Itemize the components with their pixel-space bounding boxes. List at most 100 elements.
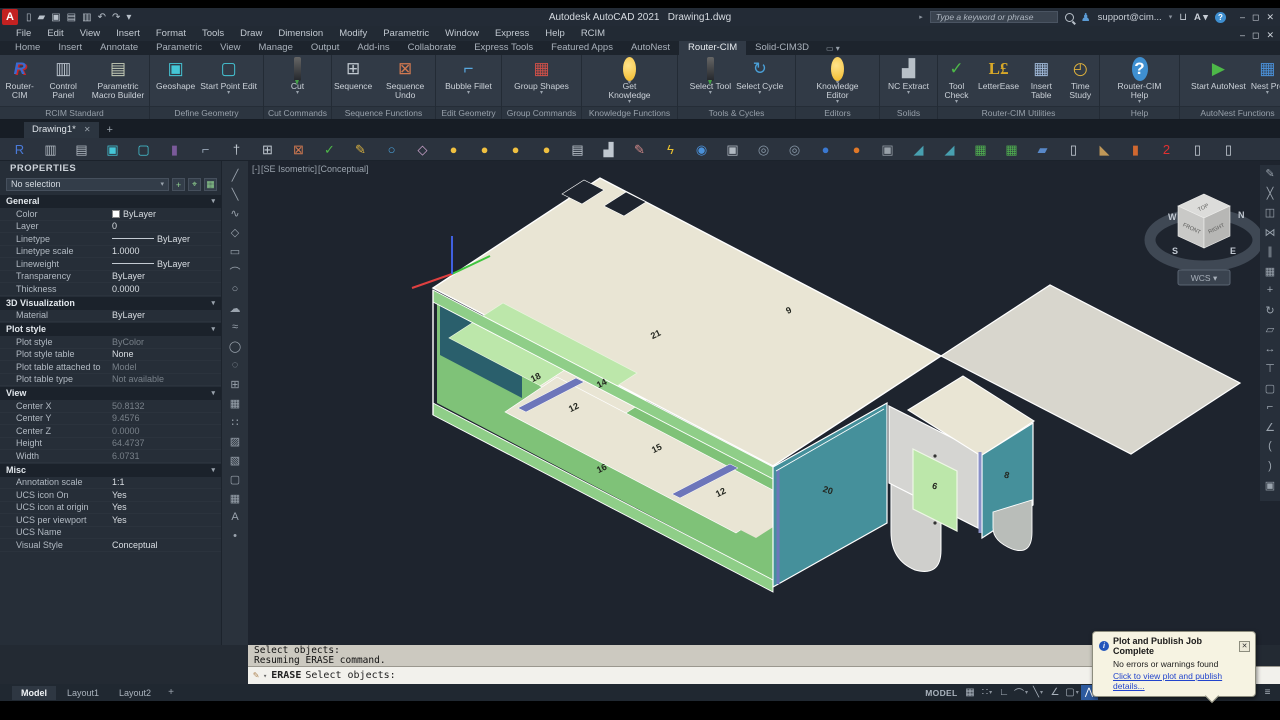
dropdown-caret-icon[interactable]: ▾ xyxy=(989,689,992,696)
ortho-mode-icon[interactable]: ∟ xyxy=(996,685,1013,700)
select-cycle-button[interactable]: ↻Select Cycle▾ xyxy=(734,57,785,96)
spline-icon[interactable]: ≈ xyxy=(232,321,238,340)
tab-view[interactable]: View xyxy=(211,41,249,55)
property-row[interactable]: Linetype scale1.0000 xyxy=(0,246,221,259)
property-row[interactable]: Width6.0731 xyxy=(0,450,221,463)
acrobat-icon[interactable]: 2 xyxy=(1151,143,1182,156)
autodesk-a-icon[interactable]: A ▾ xyxy=(1194,12,1208,23)
property-value[interactable]: Yes xyxy=(112,515,127,525)
menu-edit[interactable]: Edit xyxy=(39,28,71,39)
property-value[interactable]: 64.4737 xyxy=(112,438,145,448)
property-row[interactable]: LinetypeByLayer xyxy=(0,233,221,246)
dropdown-caret-icon[interactable]: ▾ xyxy=(296,91,299,96)
autocad-logo-icon[interactable]: A xyxy=(2,9,18,25)
property-value[interactable]: 1.0000 xyxy=(112,246,140,256)
offset-icon[interactable]: ∥ xyxy=(1267,245,1273,265)
geoshape-icon[interactable]: ▣ xyxy=(97,143,128,156)
cycle-dark-icon-2[interactable]: ◎ xyxy=(779,143,810,156)
chamfer-icon[interactable]: ∠ xyxy=(1265,421,1275,441)
mirror-icon[interactable]: ⋈ xyxy=(1265,226,1276,246)
dropdown-caret-icon[interactable]: ▾ xyxy=(758,91,761,96)
letterease-button[interactable]: L£LetterEase xyxy=(976,57,1021,91)
property-row[interactable]: Plot table attached toModel xyxy=(0,361,221,374)
mtext-icon[interactable]: A xyxy=(231,511,238,530)
lock-icon[interactable]: ▣ xyxy=(872,143,903,156)
property-value[interactable]: 9.4576 xyxy=(112,413,140,423)
property-value[interactable]: ByLayer xyxy=(123,209,156,219)
tool-check-button[interactable]: ✓Tool Check▾ xyxy=(938,57,975,105)
trim-icon[interactable]: ⊤ xyxy=(1265,362,1275,382)
array-icon[interactable]: ▦ xyxy=(1265,265,1275,285)
property-row[interactable]: Center X50.8132 xyxy=(0,400,221,413)
dropdown-caret-icon[interactable]: ▾ xyxy=(1040,689,1043,696)
section-header-3d-visualization[interactable]: 3D Visualization▾ xyxy=(0,297,221,310)
menu-express[interactable]: Express xyxy=(487,28,537,39)
doc-icon-1[interactable]: ▯ xyxy=(1058,143,1089,156)
select-tool-icon[interactable]: † xyxy=(221,143,252,156)
menu-modify[interactable]: Modify xyxy=(331,28,375,39)
select-tool-button[interactable]: Select Tool▾ xyxy=(688,57,733,96)
polyline-icon[interactable]: ∿ xyxy=(230,207,239,226)
dropdown-caret-icon[interactable]: ▾ xyxy=(1076,689,1079,696)
tab-annotate[interactable]: Annotate xyxy=(91,41,147,55)
dropdown-caret-icon[interactable]: ▾ xyxy=(1266,91,1269,96)
section-header-general[interactable]: General▾ xyxy=(0,195,221,208)
view-control[interactable]: [SE Isometric] xyxy=(261,164,317,174)
isodraft-icon[interactable]: ╲▾ xyxy=(1030,685,1047,700)
menu-window[interactable]: Window xyxy=(437,28,487,39)
sequence-undo-button[interactable]: ⊠Sequence Undo xyxy=(375,57,435,100)
help-globe-icon[interactable]: ◉ xyxy=(686,143,717,156)
nest-grid-icon-1[interactable]: ▦ xyxy=(965,143,996,156)
layout-tab-layout1[interactable]: Layout1 xyxy=(58,686,108,700)
property-value[interactable]: Yes xyxy=(112,490,127,500)
start-point-edit-button[interactable]: ▢Start Point Edit▾ xyxy=(198,57,259,96)
erase-icon[interactable]: ╳ xyxy=(1267,187,1274,207)
property-row[interactable]: ColorByLayer xyxy=(0,208,221,221)
dropdown-caret-icon[interactable]: ▾ xyxy=(709,91,712,96)
doc-icon-3[interactable]: ▯ xyxy=(1213,143,1244,156)
copy-icon[interactable]: ▣ xyxy=(717,143,748,156)
property-row[interactable]: Thickness0.0000 xyxy=(0,283,221,296)
bubble-fillet-icon[interactable]: ⌐ xyxy=(190,143,221,156)
menu-format[interactable]: Format xyxy=(148,28,194,39)
break-icon[interactable]: ⌐ xyxy=(1267,401,1273,421)
insert-table-button[interactable]: ▦Insert Table xyxy=(1022,57,1060,100)
property-row[interactable]: Center Y9.4576 xyxy=(0,413,221,426)
property-value[interactable]: ByLayer xyxy=(112,271,145,281)
ellipse-arc-icon[interactable]: ◌ xyxy=(232,359,239,378)
book-icon[interactable]: ▮ xyxy=(1120,143,1151,156)
hatch-icon[interactable]: ▨ xyxy=(230,435,240,454)
command-history[interactable]: Select objects: Resuming ERASE command. xyxy=(248,645,1132,666)
router-cim-button[interactable]: RRouter-CIM xyxy=(0,57,39,100)
report-icon[interactable]: ▤ xyxy=(562,143,593,156)
property-row[interactable]: UCS per viewportYes xyxy=(0,514,221,527)
macro-builder-icon[interactable]: ▤ xyxy=(66,143,97,156)
doc-minimize-button[interactable]: – xyxy=(1240,30,1245,40)
dropdown-caret-icon[interactable]: ▾ xyxy=(907,91,910,96)
property-row[interactable]: TransparencyByLayer xyxy=(0,271,221,284)
dropdown-caret-icon[interactable]: ▾ xyxy=(955,100,958,105)
menu-tools[interactable]: Tools xyxy=(194,28,232,39)
command-recent-icon[interactable]: ▾ xyxy=(263,672,267,680)
property-row[interactable]: MaterialByLayer xyxy=(0,310,221,323)
compass-e[interactable]: E xyxy=(1230,246,1236,256)
ellipse-icon[interactable]: ◯ xyxy=(229,340,241,359)
property-row[interactable]: Plot styleByColor xyxy=(0,336,221,349)
dropdown-caret-icon[interactable]: ▾ xyxy=(227,91,230,96)
property-value[interactable]: Not available xyxy=(112,374,164,384)
property-value[interactable]: 50.8132 xyxy=(112,401,145,411)
property-value[interactable]: ByLayer xyxy=(112,310,145,320)
new-layout-button[interactable]: + xyxy=(162,687,180,698)
wcs-dropdown[interactable]: WCS ▾ xyxy=(1191,273,1218,283)
dropdown-caret-icon[interactable]: ▾ xyxy=(540,91,543,96)
tab-autonest[interactable]: AutoNest xyxy=(622,41,679,55)
tab-featured-apps[interactable]: Featured Apps xyxy=(542,41,622,55)
sequence-icon[interactable]: ⊞ xyxy=(252,143,283,156)
property-value[interactable]: Model xyxy=(112,362,137,372)
grid-display-icon[interactable]: ▦ xyxy=(962,685,979,700)
edit-pencil-icon[interactable]: ✎ xyxy=(1265,167,1274,187)
geoshape-button[interactable]: ▣Geoshape xyxy=(154,57,197,91)
selection-dropdown[interactable]: No selection ▾ xyxy=(6,178,169,191)
knowledge-editor-button[interactable]: Knowledge Editor▾ xyxy=(807,57,869,105)
new-file-icon[interactable]: ▯ xyxy=(26,12,32,23)
